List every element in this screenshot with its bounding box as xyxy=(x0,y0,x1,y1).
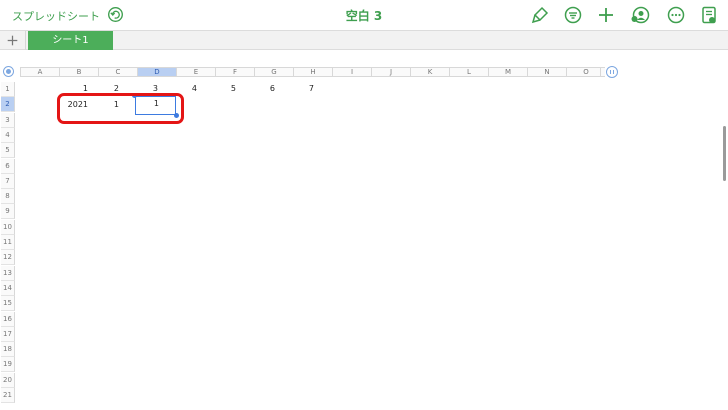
row-header-10[interactable]: 10 xyxy=(1,219,15,235)
column-header-k[interactable]: K xyxy=(410,67,449,77)
toolbar: スプレッドシート 空白 3 xyxy=(0,0,728,30)
select-all-handle[interactable] xyxy=(3,66,14,77)
column-header-e[interactable]: E xyxy=(176,67,215,77)
annotation-highlight-box xyxy=(57,93,184,124)
add-icon[interactable] xyxy=(596,5,616,25)
row-header-4[interactable]: 4 xyxy=(1,127,15,143)
column-header-m[interactable]: M xyxy=(488,67,527,77)
row-header-8[interactable]: 8 xyxy=(1,189,15,205)
row-header-18[interactable]: 18 xyxy=(1,342,15,358)
sheet-tab-bar: シート1 xyxy=(0,30,728,50)
cell-h1[interactable]: 7 xyxy=(292,81,314,96)
row-header-16[interactable]: 16 xyxy=(1,311,15,327)
row-header-14[interactable]: 14 xyxy=(1,280,15,296)
document-icon[interactable] xyxy=(699,5,719,25)
row-header-17[interactable]: 17 xyxy=(1,326,15,342)
column-header-d[interactable]: D xyxy=(137,67,176,77)
column-header-n[interactable]: N xyxy=(527,67,566,77)
row-header-7[interactable]: 7 xyxy=(1,173,15,189)
table-resize-handle[interactable] xyxy=(606,66,618,78)
plus-icon[interactable] xyxy=(0,31,26,50)
column-header-l[interactable]: L xyxy=(449,67,488,77)
row-header-21[interactable]: 21 xyxy=(1,388,15,403)
column-header-end xyxy=(600,67,601,77)
column-header-g[interactable]: G xyxy=(254,67,293,77)
row-header-11[interactable]: 11 xyxy=(1,235,15,250)
collaborate-icon[interactable] xyxy=(630,5,650,25)
row-header-13[interactable]: 13 xyxy=(1,265,15,281)
column-header-a[interactable]: A xyxy=(20,67,59,77)
more-icon[interactable] xyxy=(666,5,686,25)
column-header-c[interactable]: C xyxy=(98,67,137,77)
cell-f1[interactable]: 5 xyxy=(214,81,236,96)
row-header-9[interactable]: 9 xyxy=(1,204,15,220)
document-title: 空白 3 xyxy=(345,9,383,23)
column-header-b[interactable]: B xyxy=(59,67,98,77)
vertical-scrollbar[interactable] xyxy=(723,126,726,181)
row-header-19[interactable]: 19 xyxy=(1,357,15,373)
column-header-f[interactable]: F xyxy=(215,67,254,77)
format-brush-icon[interactable] xyxy=(530,5,550,25)
spreadsheet-canvas[interactable]: ABCDEFGHIJKLMNO 1 2 3 4 5 6 7 8 9 10 11 12 13 14 15 16 1… xyxy=(0,51,728,410)
sheet-tab-1[interactable]: シート1 xyxy=(28,31,113,50)
row-header-12[interactable]: 12 xyxy=(1,250,15,266)
row-header-6[interactable]: 6 xyxy=(1,158,15,174)
cell-g1[interactable]: 6 xyxy=(253,81,275,96)
column-header-i[interactable]: I xyxy=(332,67,371,77)
row-header-1[interactable]: 1 xyxy=(1,82,15,97)
row-header-15[interactable]: 15 xyxy=(1,296,15,312)
filter-icon[interactable] xyxy=(563,5,583,25)
row-header-2[interactable]: 2 xyxy=(1,97,15,113)
row-header-20[interactable]: 20 xyxy=(1,372,15,388)
column-header-j[interactable]: J xyxy=(371,67,410,77)
column-header-h[interactable]: H xyxy=(293,67,332,77)
row-header-5[interactable]: 5 xyxy=(1,143,15,159)
row-header-3[interactable]: 3 xyxy=(1,112,15,128)
